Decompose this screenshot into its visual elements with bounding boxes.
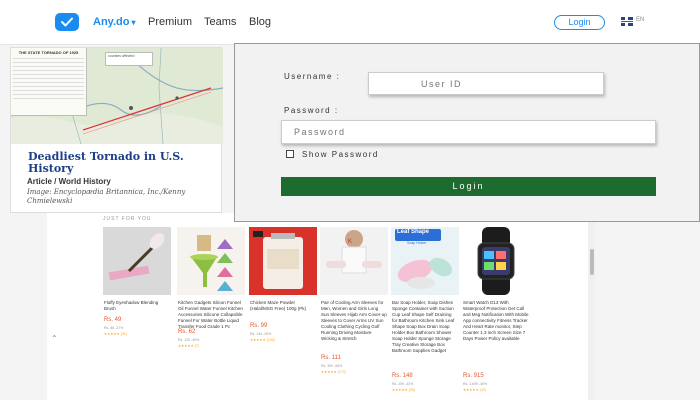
show-password-label[interactable]: Show Password — [302, 150, 379, 159]
product-original-price: Rs. 134 -26% — [250, 332, 272, 336]
product-price: Rs. 62 — [178, 329, 196, 335]
password-input[interactable] — [281, 120, 656, 144]
uk-flag-icon[interactable] — [621, 17, 633, 26]
show-password-checkbox[interactable] — [286, 150, 294, 158]
product-image-powder — [249, 227, 317, 295]
login-panel: Username : Password : Show Password Logi… — [234, 43, 700, 222]
chevron-up-icon[interactable]: ⌃ — [51, 334, 58, 343]
product-image-arm-sleeves: K — [320, 227, 388, 295]
product-price: Rs. 49 — [104, 317, 122, 323]
map-data-table: THE STATE TORNADO OF 1925 — [11, 48, 87, 116]
login-submit-button[interactable]: Login — [281, 177, 656, 196]
soap-image-subtitle: Soap Holder — [407, 241, 427, 245]
product-price: Rs. 915 — [463, 373, 484, 379]
map-legend: counties affected — [105, 52, 153, 66]
product-rating: ★★★★★ (172) — [321, 370, 346, 374]
product-card[interactable]: Smart Watch D13 With Waterproof Protecti… — [462, 227, 530, 400]
product-original-price: Rs. 350 -68% — [321, 364, 343, 368]
scrollbar-track[interactable] — [588, 213, 595, 400]
product-image-funnel — [177, 227, 245, 295]
product-card[interactable]: Kitchen Gadgets Silicon Funnel Oil Funne… — [177, 227, 245, 400]
product-image-smart-watch — [462, 227, 530, 295]
nav-link-teams[interactable]: Teams — [204, 16, 236, 28]
password-label: Password : — [284, 106, 339, 115]
product-name: Bar Soap Holder, Soap Dishes Sponge Cont… — [392, 300, 455, 353]
product-original-price: Rs. 125 -45% — [178, 338, 200, 342]
product-name: Pair of Cooling Arm Sleeves for Men, Wom… — [321, 300, 387, 341]
product-name: Kitchen Gadgets Silicon Funnel Oil Funne… — [178, 300, 243, 329]
soap-image-title: Leaf Shape — [397, 229, 430, 235]
product-name: Chicken Maze Powder (Halal/MSG Free) 100… — [250, 300, 307, 311]
tornado-map-image: THE STATE TORNADO OF 1925 counties affec… — [11, 48, 223, 144]
product-rating: ★★★★★ (42) — [463, 388, 486, 392]
product-original-price: Rs. 1,699 -46% — [463, 382, 488, 386]
language-selector[interactable]: EN — [636, 17, 644, 23]
product-card[interactable]: Leaf Shape Soap Holder Bar Soap Holder, … — [391, 227, 459, 400]
product-card[interactable]: Chicken Maze Powder (Halal/MSG Free) 100… — [249, 227, 317, 400]
product-carousel: JUST FOR YOU ⌃ Fluffy Eyeshadow Blending… — [47, 213, 595, 400]
product-rating: ★★★★★ (7) — [178, 344, 199, 348]
article-category: Article / World History — [27, 177, 111, 186]
product-rating: ★★★★★ (30) — [392, 388, 415, 392]
chevron-down-icon: ▾ — [131, 18, 136, 27]
product-price: Rs. 99 — [250, 323, 268, 329]
product-price: Rs. 111 — [321, 355, 341, 361]
scrollbar-thumb[interactable] — [590, 249, 594, 275]
username-input[interactable] — [368, 72, 604, 95]
section-label: JUST FOR YOU — [103, 216, 152, 222]
nav-link-premium[interactable]: Premium — [148, 16, 192, 28]
image-credit: Image: Encyclopædia Britannica, Inc./Ken… — [27, 188, 186, 205]
product-price: Rs. 148 — [392, 373, 413, 379]
username-label: Username : — [284, 72, 341, 81]
product-name: Smart Watch D13 With Waterproof Protecti… — [463, 300, 529, 341]
svg-text:K: K — [348, 239, 352, 245]
product-original-price: Rs. 88 -37% — [104, 326, 124, 330]
top-nav: Any.do ▾ Premium Teams Blog Login EN — [0, 0, 700, 45]
article-title[interactable]: Deadliest Tornado in U.S. History — [28, 151, 218, 175]
product-image-soap-holder: Leaf Shape Soap Holder — [391, 227, 459, 295]
product-card[interactable]: Fluffy Eyeshadow Blending Brush Rs. 49 R… — [103, 227, 171, 400]
product-rating: ★★★★★ (31) — [104, 332, 127, 336]
product-image-brush — [103, 227, 171, 295]
brand-menu[interactable]: Any.do ▾ — [93, 16, 135, 28]
check-logo-icon[interactable] — [55, 13, 79, 31]
product-rating: ★★★★★ (102) — [250, 338, 275, 342]
product-card[interactable]: K Pair of Cooling Arm Sleeves for Men, W… — [320, 227, 388, 400]
nav-link-blog[interactable]: Blog — [249, 16, 271, 28]
product-name: Fluffy Eyeshadow Blending Brush — [104, 300, 159, 311]
brand-label: Any.do — [93, 16, 130, 28]
nav-login-button[interactable]: Login — [554, 15, 605, 30]
product-original-price: Rs. 259 -43% — [392, 382, 414, 386]
map-table-title: THE STATE TORNADO OF 1925 — [18, 50, 79, 55]
